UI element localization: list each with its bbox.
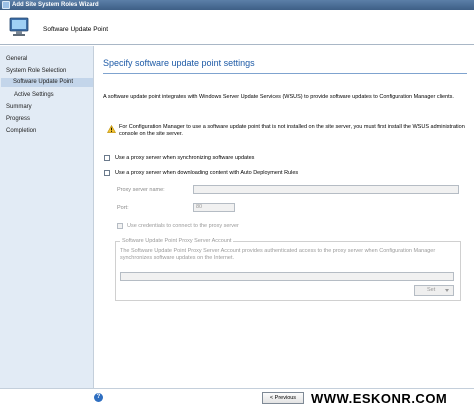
- use-credentials-label: Use credentials to connect to the proxy …: [127, 223, 239, 229]
- proxy-account-group: Software Update Point Proxy Server Accou…: [115, 238, 461, 301]
- warning-text: For Configuration Manager to use a softw…: [119, 124, 465, 137]
- sidebar-item-system-role-selection[interactable]: System Role Selection: [6, 68, 66, 74]
- set-account-button[interactable]: Set: [414, 285, 454, 296]
- wizard-footer: ? < Previous WWW.ESKONR.COM: [0, 388, 474, 407]
- intro-text: A software update point integrates with …: [103, 94, 454, 100]
- computer-icon: [9, 17, 29, 36]
- section-title: Specify software update point settings: [103, 58, 255, 68]
- sidebar-item-completion[interactable]: Completion: [6, 128, 36, 134]
- sidebar-item-active-settings[interactable]: Active Settings: [14, 92, 54, 98]
- chevron-down-icon: [445, 289, 449, 292]
- help-icon[interactable]: ?: [94, 393, 103, 402]
- proxy-server-name-input[interactable]: [193, 185, 459, 194]
- window-title: Add Site System Roles Wizard: [12, 2, 99, 8]
- wizard-content: Specify software update point settings A…: [95, 46, 474, 388]
- sidebar-item-progress[interactable]: Progress: [6, 116, 30, 122]
- proxy-account-field[interactable]: [120, 272, 454, 281]
- port-input[interactable]: 80: [193, 203, 235, 212]
- window-title-bar: Add Site System Roles Wizard: [0, 0, 474, 10]
- sidebar-item-software-update-point[interactable]: Software Update Point: [1, 78, 93, 87]
- port-label: Port:: [117, 205, 129, 211]
- wizard-sidebar: General System Role Selection Software U…: [0, 46, 94, 388]
- page-header-title: Software Update Point: [43, 26, 109, 33]
- proxy-server-name-label: Proxy server name:: [117, 187, 165, 193]
- proxy-sync-checkbox[interactable]: [104, 155, 110, 161]
- use-credentials-checkbox[interactable]: [117, 223, 123, 229]
- title-divider: [103, 73, 467, 74]
- watermark-text: WWW.ESKONR.COM: [311, 391, 448, 406]
- wizard-window-icon: [2, 1, 10, 9]
- proxy-account-group-title: Software Update Point Proxy Server Accou…: [120, 238, 234, 244]
- sidebar-item-general[interactable]: General: [6, 56, 27, 62]
- proxy-account-description: The Software Update Point Proxy Server A…: [120, 248, 436, 261]
- proxy-adr-label: Use a proxy server when downloading cont…: [115, 170, 299, 176]
- warning-icon: [107, 125, 116, 133]
- proxy-adr-checkbox[interactable]: [104, 170, 110, 176]
- proxy-sync-label: Use a proxy server when synchronizing so…: [115, 155, 255, 161]
- sidebar-item-summary[interactable]: Summary: [6, 104, 32, 110]
- set-account-label: Set: [427, 287, 436, 293]
- previous-button[interactable]: < Previous: [262, 392, 304, 404]
- wizard-header: Software Update Point: [0, 10, 474, 45]
